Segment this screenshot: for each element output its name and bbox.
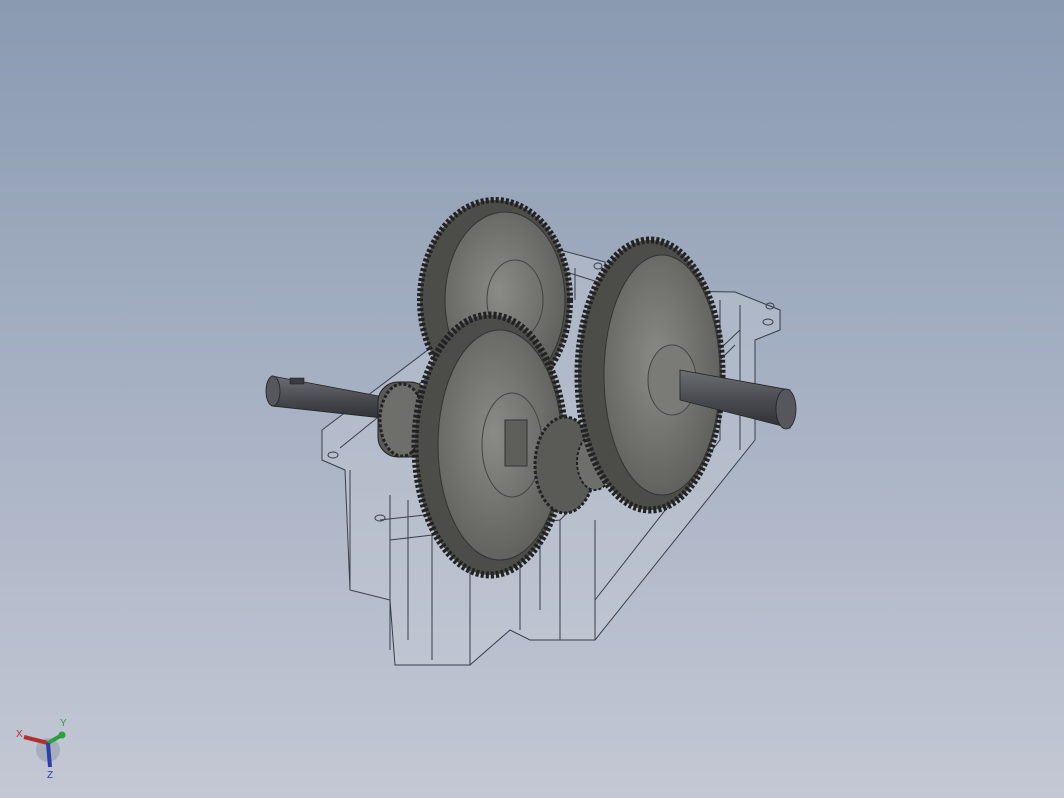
y-axis-label: Y [60,718,67,729]
y-axis-tip [58,731,66,739]
z-axis-label: Z [47,770,53,781]
orientation-triad[interactable]: X Y Z [10,715,90,785]
x-axis-label: X [16,729,23,740]
gearbox-assembly-model[interactable] [0,0,1064,798]
z-axis-arrow [46,742,52,768]
3d-viewport[interactable]: X Y Z [0,0,1064,798]
